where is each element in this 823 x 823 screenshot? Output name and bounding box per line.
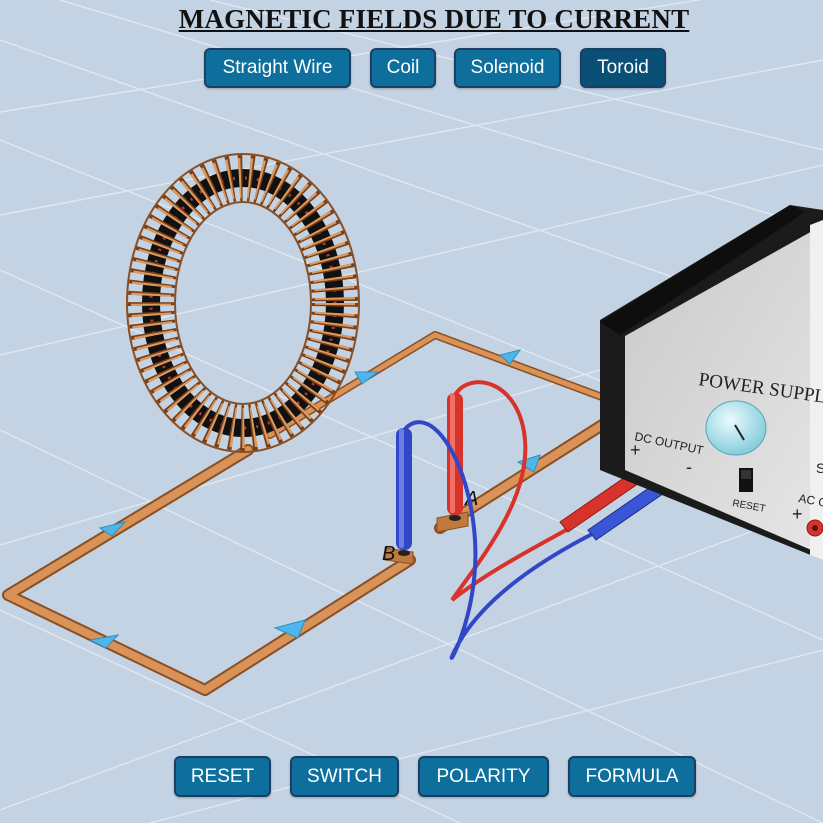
tab-toroid[interactable]: Toroid (580, 48, 666, 88)
voltage-knob[interactable] (705, 400, 767, 456)
ac-plus-sign: + (792, 504, 803, 524)
dc-plus-sign: + (630, 440, 641, 460)
reset-button[interactable]: RESET (174, 756, 271, 797)
tab-solenoid[interactable]: Solenoid (454, 48, 561, 88)
formula-button[interactable]: FORMULA (568, 756, 696, 797)
red-lead-cable-2 (450, 523, 576, 602)
power-switch[interactable] (739, 468, 753, 492)
polarity-button[interactable]: POLARITY (418, 756, 549, 797)
tab-coil[interactable]: Coil (370, 48, 436, 88)
toroid-coil (126, 153, 360, 453)
terminal-b-label: B (382, 543, 395, 565)
dc-minus-sign: - (686, 457, 692, 477)
tab-straight-wire[interactable]: Straight Wire (204, 48, 351, 88)
switch-button[interactable]: SWITCH (290, 756, 399, 797)
page-title: MAGNETIC FIELDS DUE TO CURRENT (178, 4, 690, 34)
blue-lead-cable (402, 420, 601, 660)
ac-output-terminal[interactable] (806, 519, 823, 537)
simulation-canvas: B A POWER SUPPLY DC OUTPUT + - RESET AC … (0, 0, 823, 823)
ps-s-label: S (816, 460, 823, 476)
